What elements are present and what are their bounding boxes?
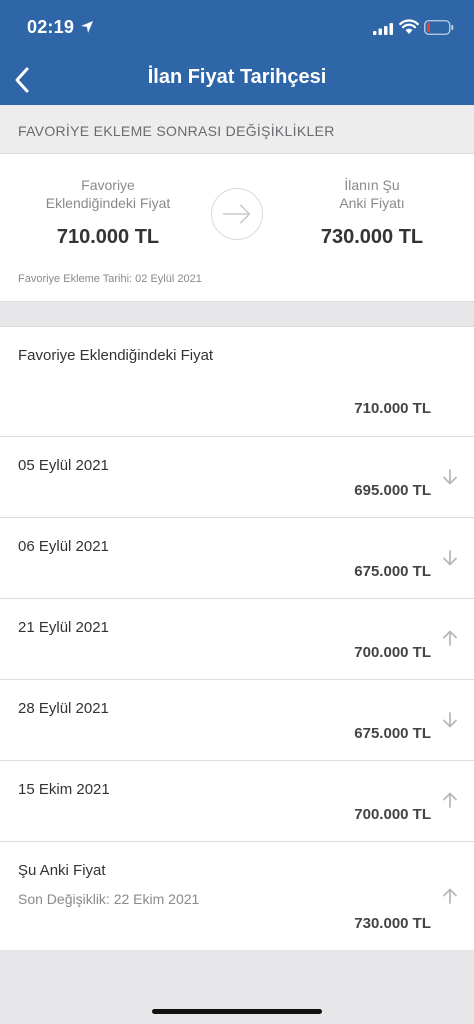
section-header: FAVORİYE EKLEME SONRASI DEĞİŞİKLİKLER <box>0 105 474 154</box>
history-row: 05 Eylül 2021 695.000 TL <box>0 437 474 518</box>
fav-price-column: Favoriye Eklendiğindeki Fiyat 710.000 TL <box>18 154 198 249</box>
row-label: 05 Eylül 2021 <box>18 457 109 474</box>
row-price: 700.000 TL <box>354 644 431 661</box>
top-bar: 02:19 İlan Fiyat Tarihçesi <box>0 0 474 105</box>
section-title: FAVORİYE EKLEME SONRASI DEĞİŞİKLİKLER <box>18 123 335 139</box>
history-row: 28 Eylül 2021 675.000 TL <box>0 680 474 761</box>
current-price-value: 730.000 TL <box>320 226 424 248</box>
battery-low-icon <box>424 20 454 35</box>
last-change-text: Son Değişiklik: 22 Ekim 2021 <box>18 891 200 907</box>
current-price-label: İlanın Şu Anki Fiyatı <box>339 177 405 211</box>
arrow-right-icon <box>211 188 263 240</box>
row-label: 06 Eylül 2021 <box>18 538 109 555</box>
row-price: 675.000 TL <box>354 563 431 580</box>
status-bar: 02:19 <box>0 0 474 56</box>
arrow-down-icon <box>443 712 457 728</box>
row-price: 730.000 TL <box>354 915 431 932</box>
history-row-current: Şu Anki Fiyat Son Değişiklik: 22 Ekim 20… <box>0 842 474 950</box>
arrow-up-icon <box>443 888 457 904</box>
history-row: 21 Eylül 2021 700.000 TL <box>0 599 474 680</box>
history-row-favorite: Favoriye Eklendiğindeki Fiyat 710.000 TL <box>0 327 474 437</box>
page-title: İlan Fiyat Tarihçesi <box>147 66 327 88</box>
cellular-signal-icon <box>373 23 393 35</box>
row-label: 28 Eylül 2021 <box>18 700 109 717</box>
location-arrow-icon <box>81 21 93 33</box>
price-history-list: Favoriye Eklendiğindeki Fiyat 710.000 TL… <box>0 326 474 950</box>
fav-price-value: 710.000 TL <box>56 226 160 248</box>
price-summary-card: Favoriye Eklendiğindeki Fiyat 710.000 TL… <box>0 154 474 302</box>
row-label: 15 Ekim 2021 <box>18 781 110 798</box>
row-label: Favoriye Eklendiğindeki Fiyat <box>18 347 214 364</box>
arrow-down-icon <box>443 550 457 566</box>
row-price: 695.000 TL <box>354 482 431 499</box>
row-label: Şu Anki Fiyat <box>18 862 106 879</box>
current-price-column: İlanın Şu Anki Fiyatı 730.000 TL <box>282 154 462 249</box>
wifi-icon <box>399 19 419 34</box>
history-row: 06 Eylül 2021 675.000 TL <box>0 518 474 599</box>
row-price: 675.000 TL <box>354 725 431 742</box>
row-label: 21 Eylül 2021 <box>18 619 109 636</box>
row-price: 710.000 TL <box>354 400 431 417</box>
arrow-down-icon <box>443 469 457 485</box>
row-price: 700.000 TL <box>354 806 431 823</box>
arrow-up-icon <box>443 792 457 808</box>
status-time: 02:19 <box>27 17 75 37</box>
fav-date-text: Favoriye Ekleme Tarihi: 02 Eylül 2021 <box>18 273 202 285</box>
fav-price-label: Favoriye Eklendiğindeki Fiyat <box>45 177 171 211</box>
history-row: 15 Ekim 2021 700.000 TL <box>0 761 474 842</box>
home-indicator <box>152 1009 322 1014</box>
arrow-up-icon <box>443 630 457 646</box>
